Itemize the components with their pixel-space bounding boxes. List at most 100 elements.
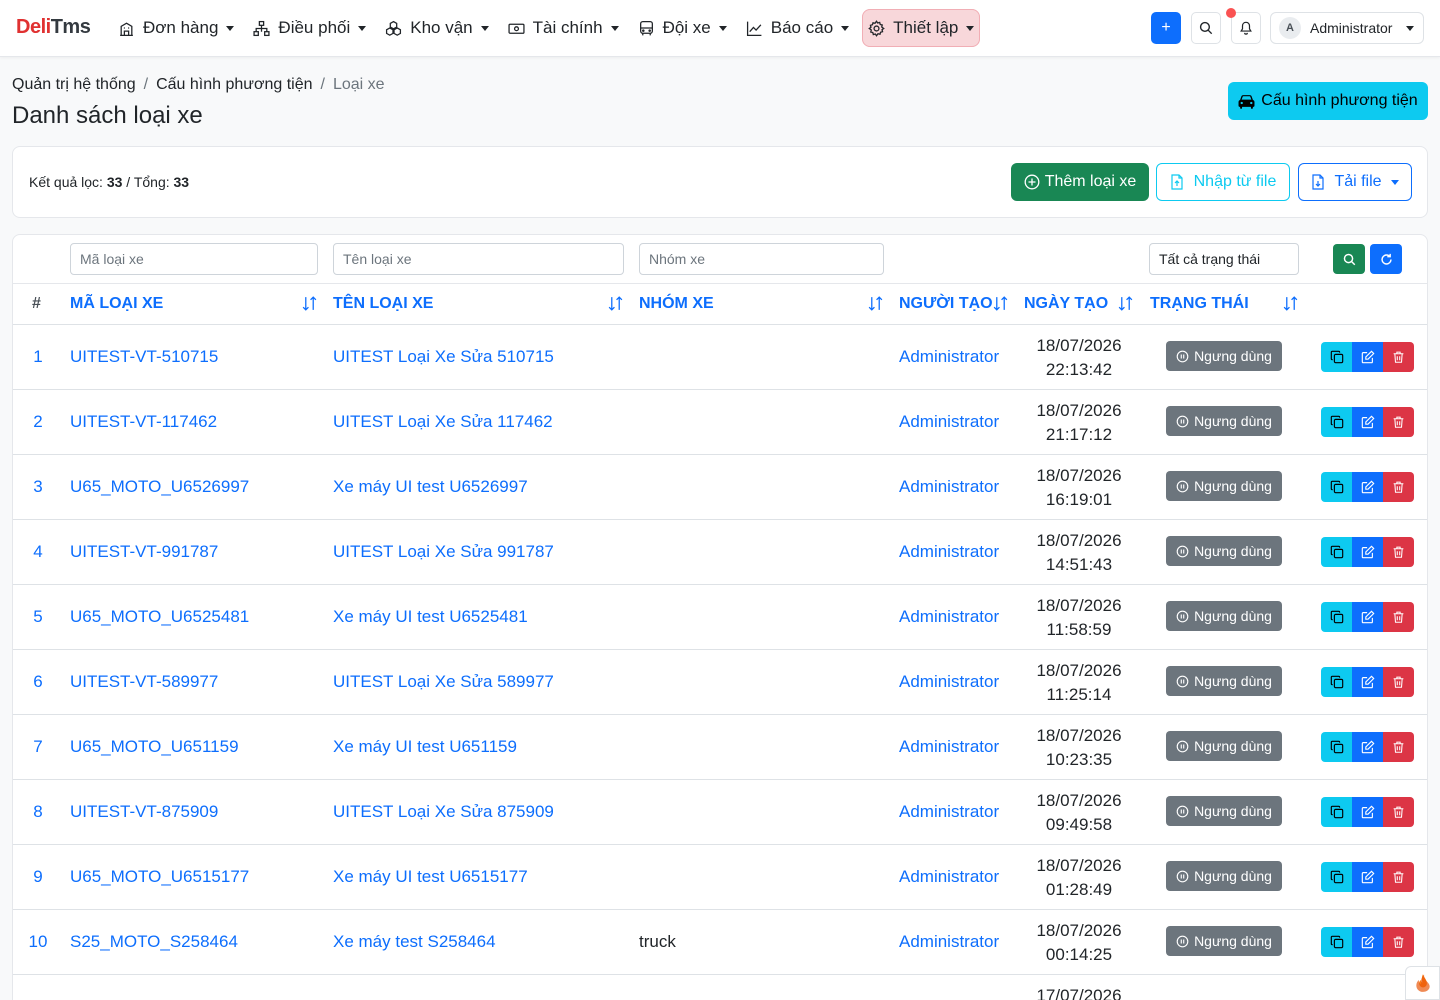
edit-button[interactable] <box>1352 407 1383 437</box>
status-badge[interactable]: Ngưng dùng <box>1166 926 1282 956</box>
edit-button[interactable] <box>1352 927 1383 957</box>
vehicle-type-code-link[interactable]: U65_MOTO_U6525481 <box>70 607 249 627</box>
quick-add-button[interactable]: + <box>1151 12 1181 44</box>
vehicle-type-code-link[interactable]: U65_MOTO_U6515177 <box>70 867 249 887</box>
menu-item-warehouse[interactable]: Kho vận <box>379 9 494 47</box>
vehicle-config-button[interactable]: Cấu hình phương tiện <box>1228 82 1428 120</box>
vehicle-type-code-link[interactable]: UITEST-VT-510715 <box>70 347 218 367</box>
delete-button[interactable] <box>1383 797 1414 827</box>
breadcrumb-item-vehicle-config[interactable]: Cấu hình phương tiện <box>156 76 312 94</box>
delete-button[interactable] <box>1383 342 1414 372</box>
edit-button[interactable] <box>1352 537 1383 567</box>
vehicle-type-name-link[interactable]: Xe máy UI test U651159 <box>333 737 517 757</box>
edit-button[interactable] <box>1352 732 1383 762</box>
status-badge[interactable]: Ngưng dùng <box>1166 796 1282 826</box>
vehicle-type-code-link[interactable]: S25_MOTO_S258464 <box>70 932 238 952</box>
status-badge[interactable]: Ngưng dùng <box>1166 341 1282 371</box>
delete-button[interactable] <box>1383 472 1414 502</box>
vehicle-type-name-link[interactable]: UITEST Loại Xe Sửa 991787 <box>333 542 554 562</box>
name-filter-input[interactable]: Tên loại xe <box>333 243 624 275</box>
vehicle-type-name-link[interactable]: Xe máy test S258464 <box>333 932 496 952</box>
edit-button[interactable] <box>1352 862 1383 892</box>
notifications-button[interactable] <box>1231 12 1261 44</box>
vehicle-type-code-link[interactable]: UITEST-VT-117462 <box>70 412 217 432</box>
sort-icon[interactable] <box>607 295 624 312</box>
menu-item-fleet[interactable]: Đội xe <box>632 9 733 47</box>
breadcrumb-item-admin[interactable]: Quản trị hệ thống <box>12 76 136 94</box>
status-badge[interactable]: Ngưng dùng <box>1166 601 1282 631</box>
copy-button[interactable] <box>1321 472 1352 502</box>
vehicle-type-name-link[interactable]: UITEST Loại Xe Sửa 589977 <box>333 672 554 692</box>
vehicle-type-code-link[interactable]: UITEST-VT-875909 <box>70 802 218 822</box>
copy-button[interactable] <box>1321 732 1352 762</box>
code-filter-input[interactable]: Mã loại xe <box>70 243 318 275</box>
sort-icon[interactable] <box>1117 295 1134 312</box>
status-badge[interactable]: Ngưng dùng <box>1166 731 1282 761</box>
status-badge[interactable]: Ngưng dùng <box>1166 536 1282 566</box>
user-menu[interactable]: A Administrator <box>1270 12 1424 44</box>
group-filter-input[interactable]: Nhóm xe <box>639 243 884 275</box>
column-header-creator[interactable]: NGƯỜI TẠO <box>899 295 993 313</box>
creator-link[interactable]: Administrator <box>899 347 999 367</box>
menu-item-orders[interactable]: Đơn hàng <box>112 9 240 47</box>
fire-icon[interactable] <box>1405 966 1440 1000</box>
creator-link[interactable]: Administrator <box>899 802 999 822</box>
edit-button[interactable] <box>1352 667 1383 697</box>
sort-icon[interactable] <box>992 295 1009 312</box>
global-search-button[interactable] <box>1191 12 1221 44</box>
copy-button[interactable] <box>1321 537 1352 567</box>
vehicle-type-name-link[interactable]: Xe máy UI test U6526997 <box>333 477 528 497</box>
column-header-group[interactable]: NHÓM XE <box>639 295 714 313</box>
creator-link[interactable]: Administrator <box>899 737 999 757</box>
sort-icon[interactable] <box>1282 295 1299 312</box>
copy-button[interactable] <box>1321 667 1352 697</box>
delete-button[interactable] <box>1383 537 1414 567</box>
menu-item-reports[interactable]: Báo cáo <box>740 9 855 47</box>
copy-button[interactable] <box>1321 602 1352 632</box>
column-header-date[interactable]: NGÀY TẠO <box>1024 295 1108 313</box>
delete-button[interactable] <box>1383 602 1414 632</box>
status-badge[interactable]: Ngưng dùng <box>1166 471 1282 501</box>
delete-button[interactable] <box>1383 667 1414 697</box>
copy-button[interactable] <box>1321 927 1352 957</box>
vehicle-type-code-link[interactable]: U65_MOTO_U6526997 <box>70 477 249 497</box>
copy-button[interactable] <box>1321 862 1352 892</box>
status-filter-select[interactable]: Tất cả trạng thái <box>1149 243 1299 275</box>
column-header-status[interactable]: TRẠNG THÁI <box>1150 295 1249 313</box>
delete-button[interactable] <box>1383 407 1414 437</box>
creator-link[interactable]: Administrator <box>899 607 999 627</box>
status-badge[interactable]: Ngưng dùng <box>1166 406 1282 436</box>
vehicle-type-code-link[interactable]: U65_MOTO_U651159 <box>70 737 239 757</box>
column-header-name[interactable]: TÊN LOẠI XE <box>333 295 433 313</box>
vehicle-type-name-link[interactable]: Xe máy UI test U6525481 <box>333 607 528 627</box>
apply-filter-button[interactable] <box>1333 244 1365 274</box>
delete-button[interactable] <box>1383 732 1414 762</box>
menu-item-settings[interactable]: Thiết lập <box>862 9 981 47</box>
creator-link[interactable]: Administrator <box>899 477 999 497</box>
edit-button[interactable] <box>1352 472 1383 502</box>
sort-icon[interactable] <box>867 295 884 312</box>
edit-button[interactable] <box>1352 602 1383 632</box>
edit-button[interactable] <box>1352 797 1383 827</box>
delete-button[interactable] <box>1383 862 1414 892</box>
creator-link[interactable]: Administrator <box>899 932 999 952</box>
vehicle-type-name-link[interactable]: UITEST Loại Xe Sửa 117462 <box>333 412 553 432</box>
vehicle-type-name-link[interactable]: UITEST Loại Xe Sửa 875909 <box>333 802 554 822</box>
download-file-button[interactable]: Tải file <box>1298 163 1412 201</box>
delete-button[interactable] <box>1383 927 1414 957</box>
brand-logo[interactable]: DeliTms <box>16 16 91 39</box>
vehicle-type-name-link[interactable]: UITEST Loại Xe Sửa 510715 <box>333 347 554 367</box>
vehicle-type-code-link[interactable]: UITEST-VT-991787 <box>70 542 218 562</box>
creator-link[interactable]: Administrator <box>899 412 999 432</box>
sort-icon[interactable] <box>301 295 318 312</box>
creator-link[interactable]: Administrator <box>899 867 999 887</box>
copy-button[interactable] <box>1321 407 1352 437</box>
add-vehicle-type-button[interactable]: Thêm loại xe <box>1011 163 1149 201</box>
status-badge[interactable]: Ngưng dùng <box>1166 861 1282 891</box>
vehicle-type-name-link[interactable]: Xe máy UI test U6515177 <box>333 867 528 887</box>
column-header-code[interactable]: MÃ LOẠI XE <box>70 295 163 313</box>
edit-button[interactable] <box>1352 342 1383 372</box>
menu-item-dispatch[interactable]: Điều phối <box>247 9 372 47</box>
copy-button[interactable] <box>1321 342 1352 372</box>
creator-link[interactable]: Administrator <box>899 672 999 692</box>
